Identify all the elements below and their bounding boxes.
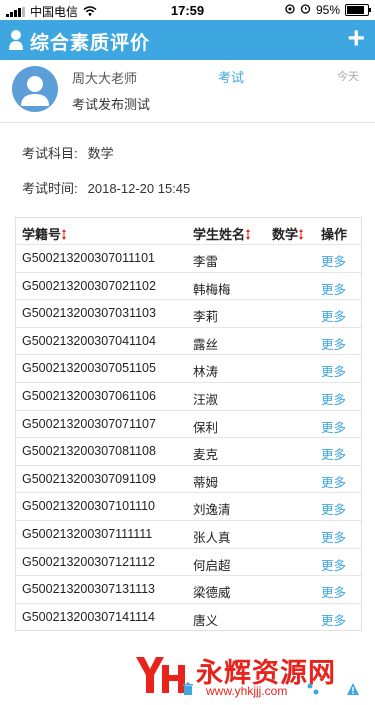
table-row: G500213200307101110 刘逸清 更多 xyxy=(16,493,361,521)
exam-time-value: 2018-12-20 15:45 xyxy=(87,181,191,196)
warning-icon[interactable] xyxy=(346,682,360,696)
alarm-icon xyxy=(300,3,311,17)
more-link[interactable]: 更多 xyxy=(321,527,346,546)
more-link[interactable]: 更多 xyxy=(321,417,346,436)
exam-subject-value: 数学 xyxy=(87,146,114,161)
table-row: G500213200307131113 梁德威 更多 xyxy=(16,576,361,604)
table-row: G500213200307071107 保利 更多 xyxy=(16,411,361,439)
page-title: 综合素质评价 xyxy=(30,33,151,54)
header-math-label: 数学 xyxy=(272,227,299,242)
sort-icon[interactable] xyxy=(246,229,251,240)
table-row: G500213200307141114 唐义 更多 xyxy=(16,604,361,631)
message-subject: 考试发布测试 xyxy=(72,97,151,112)
more-link[interactable]: 更多 xyxy=(321,582,346,601)
table-row: G500213200307061106 汪淑 更多 xyxy=(16,383,361,411)
cell-student-id: G500213200307091109 xyxy=(22,471,156,486)
header-student-id[interactable]: 学籍号 xyxy=(22,224,67,243)
more-link[interactable]: 更多 xyxy=(321,389,346,408)
table-row: G500213200307041104 露丝 更多 xyxy=(16,328,361,356)
battery-icon xyxy=(345,4,371,16)
nav-bar: 综合素质评价 + xyxy=(0,20,375,60)
more-link[interactable]: 更多 xyxy=(321,499,346,518)
cell-student-id: G500213200307101110 xyxy=(22,499,156,514)
category-label: 考试 xyxy=(218,70,245,85)
location-icon xyxy=(285,3,295,17)
add-button[interactable]: + xyxy=(347,24,365,54)
edit-icon[interactable] xyxy=(306,682,320,696)
table-row: G500213200307011101 李雷 更多 xyxy=(16,245,361,273)
more-link[interactable]: 更多 xyxy=(321,279,346,298)
table-header: 学籍号 学生姓名 数学 操作 xyxy=(16,218,361,245)
header-math[interactable]: 数学 xyxy=(272,224,304,243)
header-student-id-label: 学籍号 xyxy=(22,227,62,242)
more-link[interactable]: 更多 xyxy=(321,306,346,325)
header-student-name[interactable]: 学生姓名 xyxy=(193,224,251,243)
header-action: 操作 xyxy=(321,227,348,242)
cell-student-id: G500213200307121112 xyxy=(22,554,156,569)
more-link[interactable]: 更多 xyxy=(321,472,346,491)
cell-student-name: 李莉 xyxy=(193,310,219,325)
table-row: G500213200307051105 林涛 更多 xyxy=(16,355,361,383)
message-card[interactable]: 周大大老师 考试 今天 考试发布测试 xyxy=(0,60,375,122)
cell-student-id: G500213200307071107 xyxy=(22,416,156,431)
more-link[interactable]: 更多 xyxy=(321,361,346,380)
cell-student-id: G500213200307031103 xyxy=(22,306,156,321)
cell-student-name: 唐义 xyxy=(193,613,219,628)
sort-icon[interactable] xyxy=(62,229,67,240)
cell-student-name: 何启超 xyxy=(193,558,231,573)
more-link[interactable]: 更多 xyxy=(321,334,346,353)
cell-student-id: G500213200307141114 xyxy=(22,609,156,624)
exam-time-label: 考试时间: xyxy=(22,181,78,196)
cell-student-id: G500213200307021102 xyxy=(22,278,156,293)
table-row: G500213200307091109 蒂姆 更多 xyxy=(16,466,361,494)
sort-icon[interactable] xyxy=(299,229,304,240)
cell-student-name: 梁德威 xyxy=(193,586,231,601)
cell-student-id: G500213200307081108 xyxy=(22,444,156,459)
header-student-name-label: 学生姓名 xyxy=(193,227,246,242)
message-time: 今天 xyxy=(337,71,359,83)
cell-student-name: 露丝 xyxy=(193,337,219,352)
cell-student-id: G500213200307041104 xyxy=(22,333,156,348)
table-row: G500213200307121112 何启超 更多 xyxy=(16,549,361,577)
battery-percent: 95% xyxy=(315,3,340,17)
cell-student-id: G500213200307011101 xyxy=(22,251,156,265)
cell-student-name: 张人真 xyxy=(193,530,231,545)
more-link[interactable]: 更多 xyxy=(321,251,346,270)
exam-subject-row: 考试科目: 数学 xyxy=(22,143,114,162)
table-row: G500213200307081108 麦克 更多 xyxy=(16,438,361,466)
cell-student-id: G500213200307111111 xyxy=(22,526,153,541)
cell-student-name: 韩梅梅 xyxy=(193,282,231,297)
cell-student-name: 保利 xyxy=(193,420,219,435)
divider xyxy=(0,122,375,123)
teacher-name: 周大大老师 xyxy=(72,71,138,86)
cell-student-name: 麦克 xyxy=(193,448,219,463)
more-link[interactable]: 更多 xyxy=(321,444,346,463)
watermark-logo xyxy=(132,651,188,699)
cell-student-id: G500213200307051105 xyxy=(22,361,156,376)
exam-subject-label: 考试科目: xyxy=(22,146,78,161)
table-row: G500213200307111111 张人真 更多 xyxy=(16,521,361,549)
trash-icon[interactable] xyxy=(181,682,195,696)
table-row: G500213200307021102 韩梅梅 更多 xyxy=(16,273,361,301)
cell-student-name: 刘逸清 xyxy=(193,503,231,518)
watermark-url: www.yhkjjj.com xyxy=(206,684,288,698)
user-icon[interactable] xyxy=(8,28,24,52)
cell-student-name: 林涛 xyxy=(193,365,219,380)
status-bar: 中国电信 17:59 95% xyxy=(0,0,375,20)
cell-student-name: 李雷 xyxy=(193,255,219,269)
cell-student-name: 蒂姆 xyxy=(193,475,219,490)
table-row: G500213200307031103 李莉 更多 xyxy=(16,300,361,328)
avatar xyxy=(12,66,58,112)
exam-time-row: 考试时间: 2018-12-20 15:45 xyxy=(22,178,190,197)
student-table: 学籍号 学生姓名 数学 操作 G500213200307011101 李雷 更多 G5… xyxy=(15,217,362,632)
more-link[interactable]: 更多 xyxy=(321,610,346,629)
cell-student-id: G500213200307131113 xyxy=(22,582,156,597)
cell-student-name: 汪淑 xyxy=(193,392,219,407)
more-link[interactable]: 更多 xyxy=(321,555,346,574)
cell-student-id: G500213200307061106 xyxy=(22,388,156,403)
